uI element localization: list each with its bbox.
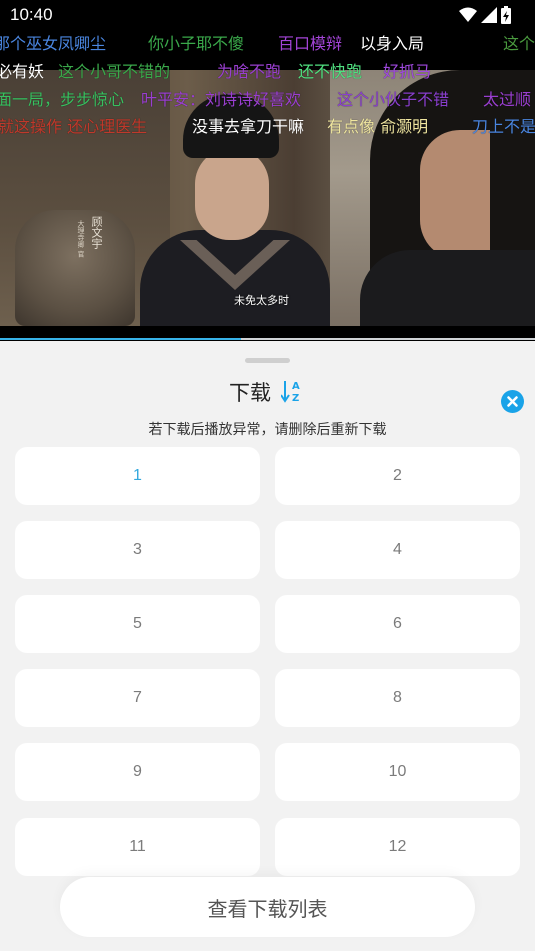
sheet-title: 下载 [229, 381, 271, 405]
status-icons [459, 6, 511, 24]
sort-az-icon[interactable]: A Z [281, 379, 303, 403]
danmaku-comment: 太过顺 [483, 90, 532, 109]
svg-text:Z: Z [292, 393, 299, 403]
video-player[interactable]: 大理寺卿 官 顾文宇 未免太多时 那个巫女凤卿尘 你小子耶不傻 百口模辩 以身入… [0, 30, 535, 340]
svg-text:A: A [292, 381, 300, 392]
episode-grid: 1 2 3 4 5 6 7 8 9 10 11 12 [15, 447, 520, 877]
danmaku-comment: 这个小伙子不错 [337, 90, 450, 109]
episode-button-4[interactable]: 4 [275, 521, 520, 579]
danmaku-comment: 必有妖 [0, 62, 45, 81]
signal-icon [481, 7, 497, 23]
danmaku-comment: 为啥不跑 [217, 62, 282, 81]
download-sheet: 下载 A Z 若下载后播放异常，请删除后重新下载 1 2 3 4 5 6 7 8… [0, 341, 535, 951]
episode-button-3[interactable]: 3 [15, 521, 260, 579]
danmaku-comment: 你小子耶不傻 [148, 34, 245, 53]
character-title: 大理寺卿 官 [77, 220, 85, 258]
status-bar: 10:40 [0, 0, 535, 30]
status-time: 10:40 [10, 5, 53, 24]
stone-lion [15, 210, 135, 326]
video-progress-fill [0, 338, 241, 340]
person-right-face [420, 130, 490, 260]
drag-handle[interactable] [245, 358, 290, 363]
view-download-list-button[interactable]: 查看下载列表 [60, 877, 475, 937]
episode-button-7[interactable]: 7 [15, 669, 260, 727]
danmaku-comment: 还不快跑 [298, 62, 363, 81]
video-subtitle: 未免太多时 [234, 294, 289, 307]
danmaku-comment: 这个小哥不错的 [58, 62, 171, 81]
episode-button-6[interactable]: 6 [275, 595, 520, 653]
danmaku-comment: 好抓马 [383, 62, 432, 81]
person-left-face [195, 148, 269, 240]
video-progress-bar[interactable] [0, 338, 535, 340]
close-icon [507, 396, 518, 407]
episode-button-12[interactable]: 12 [275, 818, 520, 876]
danmaku-comment: 百口模辩 [278, 34, 343, 53]
danmaku-comment: 就这操作 还心理医生 [0, 117, 148, 136]
episode-button-11[interactable]: 11 [15, 818, 260, 876]
episode-button-9[interactable]: 9 [15, 743, 260, 801]
danmaku-comment: 那个巫女凤卿尘 [0, 34, 107, 53]
episode-button-5[interactable]: 5 [15, 595, 260, 653]
person-right-robe [360, 250, 535, 326]
danmaku-comment: 没事去拿刀干嘛 [192, 117, 305, 136]
danmaku-comment: 有点像 俞灏明 [327, 117, 429, 136]
wifi-icon [459, 7, 477, 22]
download-notice: 若下载后播放异常，请删除后重新下载 [148, 422, 387, 438]
danmaku-comment: 刀上不是 [472, 117, 535, 136]
danmaku-comment: 叶平安：刘诗诗好喜欢 [141, 90, 302, 109]
episode-button-1[interactable]: 1 [15, 447, 260, 505]
episode-button-10[interactable]: 10 [275, 743, 520, 801]
danmaku-comment: 面一局，步步惊心 [0, 90, 125, 109]
episode-button-8[interactable]: 8 [275, 669, 520, 727]
episode-button-2[interactable]: 2 [275, 447, 520, 505]
danmaku-comment: 这个 [503, 34, 535, 53]
danmaku-comment: 以身入局 [360, 34, 425, 53]
close-button[interactable] [501, 390, 524, 413]
character-name-tag: 顾文宇 [90, 216, 103, 249]
battery-charging-icon [501, 6, 511, 24]
